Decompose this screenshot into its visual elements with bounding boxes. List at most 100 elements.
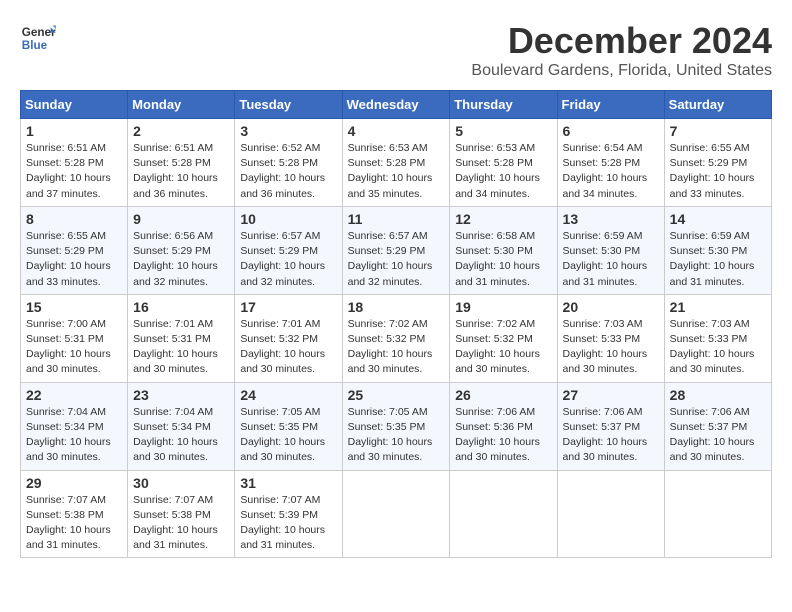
calendar-cell: 6 Sunrise: 6:54 AMSunset: 5:28 PMDaylight… <box>557 119 664 207</box>
day-info: Sunrise: 6:53 AMSunset: 5:28 PMDaylight:… <box>348 141 445 202</box>
calendar-cell: 3Sunrise: 6:52 AMSunset: 5:28 PMDaylight… <box>235 119 342 207</box>
calendar-cell: 27 Sunrise: 7:06 AMSunset: 5:37 PMDayligh… <box>557 382 664 470</box>
day-info: Sunrise: 6:54 AMSunset: 5:28 PMDaylight:… <box>563 141 659 202</box>
day-info: Sunrise: 6:52 AMSunset: 5:28 PMDaylight:… <box>240 141 336 202</box>
day-number: 15 <box>26 299 122 315</box>
day-info: Sunrise: 7:03 AMSunset: 5:33 PMDaylight:… <box>670 317 766 378</box>
day-number: 6 <box>563 123 659 139</box>
day-header-tuesday: Tuesday <box>235 91 342 119</box>
day-info: Sunrise: 7:04 AMSunset: 5:34 PMDaylight:… <box>26 405 122 466</box>
day-info: Sunrise: 7:06 AMSunset: 5:37 PMDaylight:… <box>563 405 659 466</box>
month-title: December 2024 <box>471 20 772 62</box>
day-info: Sunrise: 7:01 AMSunset: 5:31 PMDaylight:… <box>133 317 229 378</box>
calendar-table: SundayMondayTuesdayWednesdayThursdayFrid… <box>20 90 772 558</box>
day-number: 9 <box>133 211 229 227</box>
day-number: 28 <box>670 387 766 403</box>
calendar-cell: 26 Sunrise: 7:06 AMSunset: 5:36 PMDayligh… <box>450 382 557 470</box>
calendar-cell: 10 Sunrise: 6:57 AMSunset: 5:29 PMDayligh… <box>235 206 342 294</box>
day-number: 12 <box>455 211 551 227</box>
day-info: Sunrise: 6:59 AMSunset: 5:30 PMDaylight:… <box>670 229 766 290</box>
day-header-thursday: Thursday <box>450 91 557 119</box>
day-info: Sunrise: 7:07 AMSunset: 5:38 PMDaylight:… <box>26 493 122 554</box>
day-info: Sunrise: 7:02 AMSunset: 5:32 PMDaylight:… <box>455 317 551 378</box>
title-block: December 2024 Boulevard Gardens, Florida… <box>471 20 772 80</box>
generalblue-icon: General Blue <box>20 20 56 56</box>
day-info: Sunrise: 7:07 AMSunset: 5:38 PMDaylight:… <box>133 493 229 554</box>
day-info: Sunrise: 7:02 AMSunset: 5:32 PMDaylight:… <box>348 317 445 378</box>
day-info: Sunrise: 6:55 AMSunset: 5:29 PMDaylight:… <box>670 141 766 202</box>
calendar-cell: 21Sunrise: 7:03 AMSunset: 5:33 PMDayligh… <box>664 294 771 382</box>
day-info: Sunrise: 6:58 AMSunset: 5:30 PMDaylight:… <box>455 229 551 290</box>
calendar-cell <box>342 470 450 558</box>
calendar-cell: 31 Sunrise: 7:07 AMSunset: 5:39 PMDayligh… <box>235 470 342 558</box>
day-number: 26 <box>455 387 551 403</box>
calendar-cell: 16 Sunrise: 7:01 AMSunset: 5:31 PMDayligh… <box>128 294 235 382</box>
calendar-header-row: SundayMondayTuesdayWednesdayThursdayFrid… <box>21 91 772 119</box>
day-info: Sunrise: 7:04 AMSunset: 5:34 PMDaylight:… <box>133 405 229 466</box>
day-number: 20 <box>563 299 659 315</box>
day-info: Sunrise: 7:07 AMSunset: 5:39 PMDaylight:… <box>240 493 336 554</box>
day-number: 7 <box>670 123 766 139</box>
calendar-cell: 15 Sunrise: 7:00 AMSunset: 5:31 PMDayligh… <box>21 294 128 382</box>
day-number: 1 <box>26 123 122 139</box>
day-info: Sunrise: 6:51 AMSunset: 5:28 PMDaylight:… <box>133 141 229 202</box>
calendar-week-5: 29 Sunrise: 7:07 AMSunset: 5:38 PMDayligh… <box>21 470 772 558</box>
calendar-cell: 8Sunrise: 6:55 AMSunset: 5:29 PMDaylight… <box>21 206 128 294</box>
day-info: Sunrise: 7:01 AMSunset: 5:32 PMDaylight:… <box>240 317 336 378</box>
logo: General Blue <box>20 20 56 56</box>
calendar-cell: 1 Sunrise: 6:51 AMSunset: 5:28 PMDaylight… <box>21 119 128 207</box>
day-info: Sunrise: 6:59 AMSunset: 5:30 PMDaylight:… <box>563 229 659 290</box>
day-number: 11 <box>348 211 445 227</box>
day-info: Sunrise: 6:51 AMSunset: 5:28 PMDaylight:… <box>26 141 122 202</box>
calendar-cell: 18 Sunrise: 7:02 AMSunset: 5:32 PMDayligh… <box>342 294 450 382</box>
day-number: 14 <box>670 211 766 227</box>
day-header-sunday: Sunday <box>21 91 128 119</box>
svg-text:Blue: Blue <box>22 39 48 52</box>
day-number: 29 <box>26 475 122 491</box>
calendar-cell: 4Sunrise: 6:53 AMSunset: 5:28 PMDaylight… <box>342 119 450 207</box>
day-number: 27 <box>563 387 659 403</box>
day-info: Sunrise: 7:05 AMSunset: 5:35 PMDaylight:… <box>348 405 445 466</box>
calendar-cell: 13 Sunrise: 6:59 AMSunset: 5:30 PMDayligh… <box>557 206 664 294</box>
calendar-week-3: 15 Sunrise: 7:00 AMSunset: 5:31 PMDayligh… <box>21 294 772 382</box>
calendar-cell: 29 Sunrise: 7:07 AMSunset: 5:38 PMDayligh… <box>21 470 128 558</box>
day-number: 31 <box>240 475 336 491</box>
calendar-cell <box>664 470 771 558</box>
calendar-week-1: 1 Sunrise: 6:51 AMSunset: 5:28 PMDaylight… <box>21 119 772 207</box>
calendar-cell <box>557 470 664 558</box>
calendar-cell: 2 Sunrise: 6:51 AMSunset: 5:28 PMDaylight… <box>128 119 235 207</box>
page-header: General Blue December 2024 Boulevard Gar… <box>20 20 772 80</box>
day-number: 5 <box>455 123 551 139</box>
calendar-cell: 7 Sunrise: 6:55 AMSunset: 5:29 PMDaylight… <box>664 119 771 207</box>
day-number: 8 <box>26 211 122 227</box>
calendar-week-2: 8Sunrise: 6:55 AMSunset: 5:29 PMDaylight… <box>21 206 772 294</box>
day-number: 25 <box>348 387 445 403</box>
day-number: 17 <box>240 299 336 315</box>
day-number: 2 <box>133 123 229 139</box>
calendar-cell: 25 Sunrise: 7:05 AMSunset: 5:35 PMDayligh… <box>342 382 450 470</box>
calendar-cell: 22Sunrise: 7:04 AMSunset: 5:34 PMDayligh… <box>21 382 128 470</box>
calendar-cell: 24Sunrise: 7:05 AMSunset: 5:35 PMDayligh… <box>235 382 342 470</box>
day-number: 19 <box>455 299 551 315</box>
day-info: Sunrise: 6:57 AMSunset: 5:29 PMDaylight:… <box>348 229 445 290</box>
day-number: 16 <box>133 299 229 315</box>
day-number: 13 <box>563 211 659 227</box>
calendar-cell: 14 Sunrise: 6:59 AMSunset: 5:30 PMDayligh… <box>664 206 771 294</box>
day-header-saturday: Saturday <box>664 91 771 119</box>
day-number: 18 <box>348 299 445 315</box>
day-number: 23 <box>133 387 229 403</box>
day-number: 24 <box>240 387 336 403</box>
day-info: Sunrise: 7:06 AMSunset: 5:36 PMDaylight:… <box>455 405 551 466</box>
calendar-week-4: 22Sunrise: 7:04 AMSunset: 5:34 PMDayligh… <box>21 382 772 470</box>
day-info: Sunrise: 7:00 AMSunset: 5:31 PMDaylight:… <box>26 317 122 378</box>
day-info: Sunrise: 7:06 AMSunset: 5:37 PMDaylight:… <box>670 405 766 466</box>
calendar-cell: 17 Sunrise: 7:01 AMSunset: 5:32 PMDayligh… <box>235 294 342 382</box>
calendar-cell: 28 Sunrise: 7:06 AMSunset: 5:37 PMDayligh… <box>664 382 771 470</box>
calendar-cell: 9Sunrise: 6:56 AMSunset: 5:29 PMDaylight… <box>128 206 235 294</box>
day-info: Sunrise: 6:57 AMSunset: 5:29 PMDaylight:… <box>240 229 336 290</box>
calendar-cell <box>450 470 557 558</box>
day-header-wednesday: Wednesday <box>342 91 450 119</box>
calendar-cell: 12 Sunrise: 6:58 AMSunset: 5:30 PMDayligh… <box>450 206 557 294</box>
calendar-cell: 20Sunrise: 7:03 AMSunset: 5:33 PMDayligh… <box>557 294 664 382</box>
day-number: 10 <box>240 211 336 227</box>
